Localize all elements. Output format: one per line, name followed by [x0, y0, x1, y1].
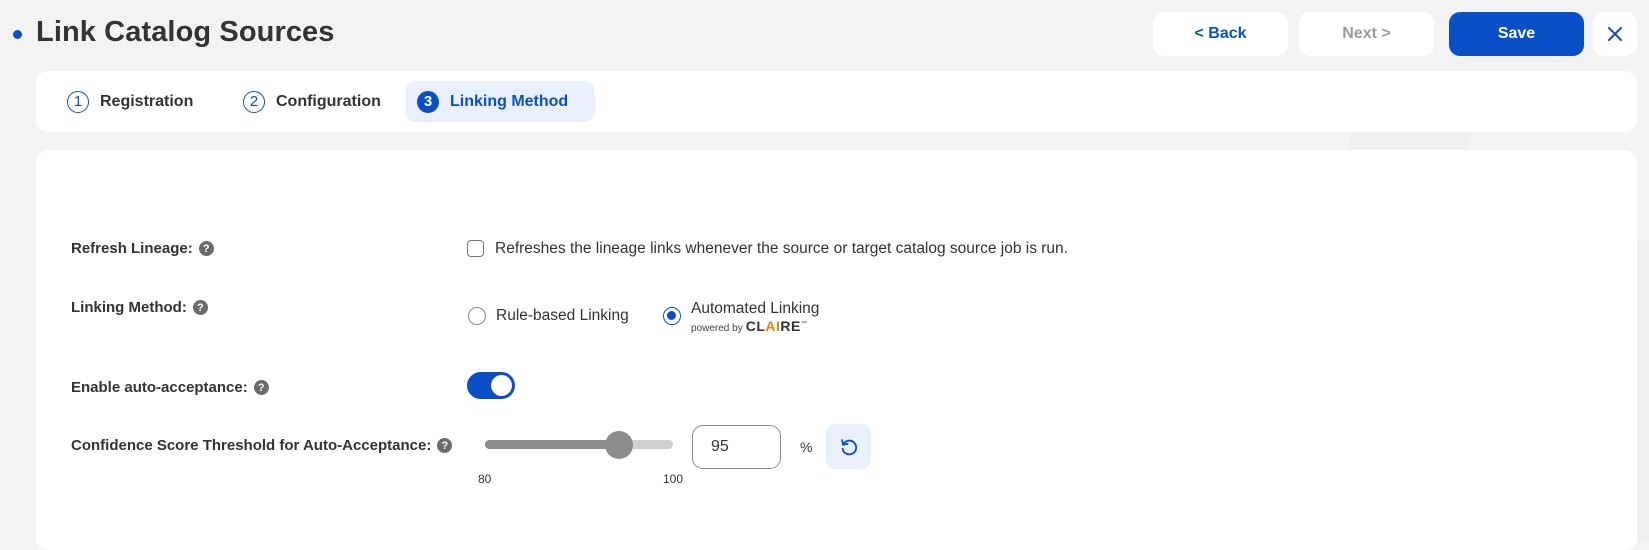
auto-acceptance-toggle[interactable]: [467, 372, 515, 399]
automated-linking-radio[interactable]: [663, 307, 681, 325]
reset-icon: [840, 438, 857, 455]
slider-min-label: 80: [478, 472, 492, 486]
powered-by-text: powered by: [691, 323, 743, 334]
step-label: Linking Method: [450, 92, 569, 110]
refresh-lineage-description: Refreshes the lineage links whenever the…: [495, 240, 1068, 257]
powered-by-claire: powered by CLAIRE ™: [691, 318, 807, 334]
claire-logo-part: RE: [780, 318, 801, 334]
help-icon[interactable]: ?: [192, 300, 208, 315]
confidence-threshold-label-text: Confidence Score Threshold for Auto-Acce…: [71, 437, 432, 454]
save-button[interactable]: Save: [1449, 12, 1584, 56]
claire-logo-part: CL: [745, 318, 766, 334]
step-number-icon: 1: [67, 90, 89, 113]
help-icon[interactable]: ?: [437, 438, 453, 453]
rule-based-linking-label[interactable]: Rule-based Linking: [496, 307, 629, 325]
linking-method-label-text: Linking Method:: [71, 299, 187, 316]
help-icon[interactable]: ?: [253, 380, 269, 395]
claire-logo: CLAIRE: [746, 318, 801, 334]
page-title: Link Catalog Sources: [36, 16, 335, 48]
claire-logo-ai: AI: [765, 318, 781, 334]
refresh-lineage-label-text: Refresh Lineage:: [71, 240, 193, 257]
step-linking-method[interactable]: 3 Linking Method: [405, 81, 595, 122]
step-registration[interactable]: 1 Registration: [55, 81, 205, 122]
close-icon: [1608, 27, 1622, 41]
next-button[interactable]: Next >: [1299, 12, 1434, 56]
slider-fill: [485, 440, 619, 449]
automated-linking-label[interactable]: Automated Linking: [691, 300, 819, 318]
step-number-icon: 2: [243, 90, 265, 113]
slider-max-label: 100: [663, 472, 684, 486]
help-icon[interactable]: ?: [198, 241, 214, 256]
confidence-threshold-input[interactable]: [692, 425, 781, 469]
refresh-lineage-checkbox[interactable]: [467, 240, 484, 257]
linking-method-form: Refresh Lineage: ? Refreshes the lineage…: [36, 150, 1637, 550]
linking-method-label: Linking Method: ?: [71, 299, 208, 316]
close-button[interactable]: [1593, 12, 1637, 56]
refresh-lineage-label: Refresh Lineage: ?: [71, 240, 214, 257]
slider-thumb[interactable]: [605, 431, 633, 459]
reset-threshold-button[interactable]: [826, 424, 871, 469]
auto-acceptance-label: Enable auto-acceptance: ?: [71, 379, 269, 396]
back-button[interactable]: < Back: [1153, 12, 1288, 56]
toggle-knob: [491, 375, 512, 396]
auto-acceptance-label-text: Enable auto-acceptance:: [71, 379, 248, 396]
step-configuration[interactable]: 2 Configuration: [231, 81, 393, 122]
confidence-threshold-slider[interactable]: [485, 431, 673, 459]
trademark-symbol: ™: [800, 321, 807, 327]
step-label: Registration: [100, 92, 194, 110]
title-bullet-icon: [13, 30, 22, 39]
step-label: Configuration: [276, 92, 381, 110]
confidence-threshold-label: Confidence Score Threshold for Auto-Acce…: [71, 437, 453, 454]
rule-based-linking-radio[interactable]: [468, 307, 486, 325]
step-number-icon: 3: [417, 90, 439, 113]
background-decoration: [1346, 131, 1474, 150]
wizard-stepper: 1 Registration 2 Configuration 3 Linking…: [36, 71, 1637, 132]
percent-unit: %: [800, 439, 813, 455]
